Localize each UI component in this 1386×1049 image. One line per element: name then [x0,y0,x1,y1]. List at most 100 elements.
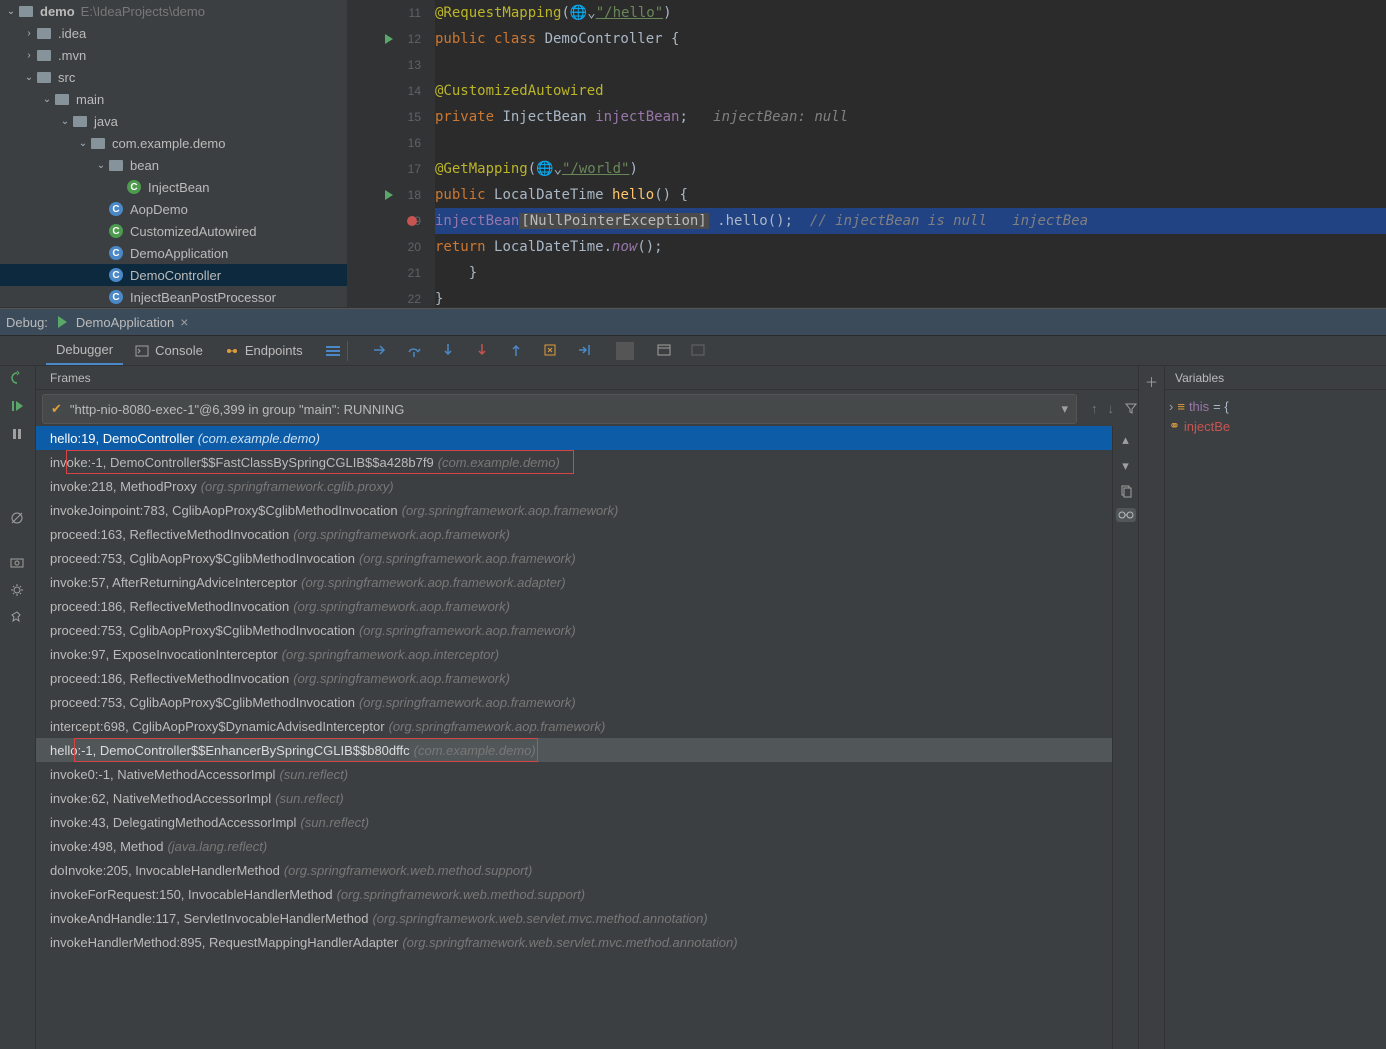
stack-frame[interactable]: invoke:62, NativeMethodAccessorImpl (sun… [36,786,1112,810]
tree-item-src[interactable]: ⌄src [0,66,347,88]
tab-endpoints[interactable]: Endpoints [215,336,313,365]
stack-frame[interactable]: proceed:753, CglibAopProxy$CglibMethodIn… [36,546,1112,570]
code-line-14[interactable]: @CustomizedAutowired [435,78,1386,104]
editor[interactable]: 111213141516171819202122 @RequestMapping… [347,0,1386,307]
filter-icon[interactable] [1124,401,1138,416]
editor-code[interactable]: @RequestMapping(🌐⌄"/hello")public class … [435,0,1386,307]
stack-frame[interactable]: invoke:-1, DemoController$$FastClassBySp… [36,450,1112,474]
step-over-icon[interactable] [406,342,424,360]
stack-frame[interactable]: hello:-1, DemoController$$EnhancerBySpri… [36,738,1112,762]
var-row[interactable]: ⚭injectBe [1169,416,1382,436]
code-line-18[interactable]: public LocalDateTime hello() { [435,182,1386,208]
run-to-cursor-icon[interactable] [576,342,594,360]
run-gutter-icon[interactable] [381,187,397,203]
variables-title: Variables [1165,366,1386,390]
code-line-21[interactable]: } [435,260,1386,286]
tree-item-CustomizedAutowired[interactable]: CCustomizedAutowired [0,220,347,242]
code-line-15[interactable]: private InjectBean injectBean; injectBea… [435,104,1386,130]
tree-item-DemoController[interactable]: CDemoController [0,264,347,286]
trace-icon[interactable] [690,342,708,360]
settings-icon[interactable] [9,582,27,600]
scroll-up-icon[interactable]: ▴ [1122,432,1129,448]
stack-frame[interactable]: invokeAndHandle:117, ServletInvocableHan… [36,906,1112,930]
close-icon[interactable]: × [180,314,188,330]
code-line-20[interactable]: return LocalDateTime.now(); [435,234,1386,260]
drop-frame-icon[interactable] [542,342,560,360]
stack-frame[interactable]: invokeHandlerMethod:895, RequestMappingH… [36,930,1112,954]
code-line-11[interactable]: @RequestMapping(🌐⌄"/hello") [435,0,1386,26]
stop-icon[interactable] [9,454,27,472]
stack-frames[interactable]: hello:19, DemoController (com.example.de… [36,426,1112,1049]
step-into-icon[interactable] [440,342,458,360]
stack-frame[interactable]: invokeJoinpoint:783, CglibAopProxy$Cglib… [36,498,1112,522]
frame-package: (org.springframework.aop.framework.adapt… [301,575,565,590]
stack-frame[interactable]: proceed:753, CglibAopProxy$CglibMethodIn… [36,618,1112,642]
camera-icon[interactable] [9,554,27,572]
next-frame-icon[interactable]: ↓ [1108,401,1115,416]
frame-package: (org.springframework.aop.framework) [293,599,510,614]
show-execution-icon[interactable] [372,342,390,360]
var-row[interactable]: ›≡this = { [1169,396,1382,416]
tree-item-InjectBeanPostProcessor[interactable]: CInjectBeanPostProcessor [0,286,347,307]
tree-item-AopDemo[interactable]: CAopDemo [0,198,347,220]
tree-item-comexampledemo[interactable]: ⌄com.example.demo [0,132,347,154]
stack-frame[interactable]: proceed:753, CglibAopProxy$CglibMethodIn… [36,690,1112,714]
tab-console[interactable]: Console [125,336,213,365]
glasses-icon[interactable] [1116,508,1136,522]
tree-item-InjectBean[interactable]: CInjectBean [0,176,347,198]
step-out-icon[interactable] [508,342,526,360]
resume-icon[interactable] [9,398,27,416]
scroll-down-icon[interactable]: ▾ [1122,458,1129,474]
add-icon[interactable]: ＋ [1145,372,1158,391]
tree-item-idea[interactable]: ›.idea [0,22,347,44]
code-line-19[interactable]: injectBean [NullPointerException] .hello… [435,208,1386,234]
pause-icon[interactable] [9,426,27,444]
code-line-22[interactable]: } [435,286,1386,307]
evaluate-icon[interactable] [656,342,674,360]
line-number: 17 [408,162,421,176]
stack-frame[interactable]: hello:19, DemoController (com.example.de… [36,426,1112,450]
code-line-12[interactable]: public class DemoController { [435,26,1386,52]
stack-frame[interactable]: invoke:43, DelegatingMethodAccessorImpl … [36,810,1112,834]
frame-method: invokeJoinpoint:783, CglibAopProxy$Cglib… [50,503,398,518]
stack-frame[interactable]: intercept:698, CglibAopProxy$DynamicAdvi… [36,714,1112,738]
tree-item-main[interactable]: ⌄main [0,88,347,110]
stack-frame[interactable]: invoke:97, ExposeInvocationInterceptor (… [36,642,1112,666]
mute-breakpoints-icon[interactable] [9,510,27,528]
run-gutter-icon[interactable] [381,31,397,47]
tree-item-java[interactable]: ⌄java [0,110,347,132]
stack-frame[interactable]: proceed:186, ReflectiveMethodInvocation … [36,666,1112,690]
tab-debugger[interactable]: Debugger [46,336,123,365]
project-tree[interactable]: ⌄ demo E:\IdeaProjects\demo ›.idea›.mvn⌄… [0,0,347,307]
stack-frame[interactable]: invoke:218, MethodProxy (org.springframe… [36,474,1112,498]
tree-item-bean[interactable]: ⌄bean [0,154,347,176]
pin-icon[interactable] [9,610,27,628]
stack-frame[interactable]: invoke:498, Method (java.lang.reflect) [36,834,1112,858]
thread-selector[interactable]: ✔ "http-nio-8080-exec-1"@6,399 in group … [42,394,1077,424]
stack-frame[interactable]: invoke0:-1, NativeMethodAccessorImpl (su… [36,762,1112,786]
class-icon: C [108,201,124,217]
view-breakpoints-icon[interactable] [9,482,27,500]
tree-root[interactable]: ⌄ demo E:\IdeaProjects\demo [0,0,347,22]
stack-frame[interactable]: invoke:57, AfterReturningAdviceIntercept… [36,570,1112,594]
rerun-icon[interactable] [9,370,27,388]
chevron-icon: › [22,50,36,61]
code-line-17[interactable]: @GetMapping(🌐⌄"/world") [435,156,1386,182]
debug-run-tab[interactable]: DemoApplication × [48,309,196,335]
stack-frame[interactable]: doInvoke:205, InvocableHandlerMethod (or… [36,858,1112,882]
stack-frame[interactable]: proceed:186, ReflectiveMethodInvocation … [36,594,1112,618]
tree-item-mvn[interactable]: ›.mvn [0,44,347,66]
threads-icon[interactable] [325,344,341,358]
variables-body[interactable]: ›≡this = {⚭injectBe [1165,390,1386,442]
frame-method: proceed:186, ReflectiveMethodInvocation [50,599,289,614]
frame-method: proceed:163, ReflectiveMethodInvocation [50,527,289,542]
breakpoint-icon[interactable] [407,216,417,226]
stack-frame[interactable]: invokeForRequest:150, InvocableHandlerMe… [36,882,1112,906]
code-line-13[interactable] [435,52,1386,78]
copy-icon[interactable] [1119,484,1133,498]
code-line-16[interactable] [435,130,1386,156]
stack-frame[interactable]: proceed:163, ReflectiveMethodInvocation … [36,522,1112,546]
tree-item-DemoApplication[interactable]: CDemoApplication [0,242,347,264]
force-step-into-icon[interactable] [474,342,492,360]
prev-frame-icon[interactable]: ↑ [1091,401,1098,416]
